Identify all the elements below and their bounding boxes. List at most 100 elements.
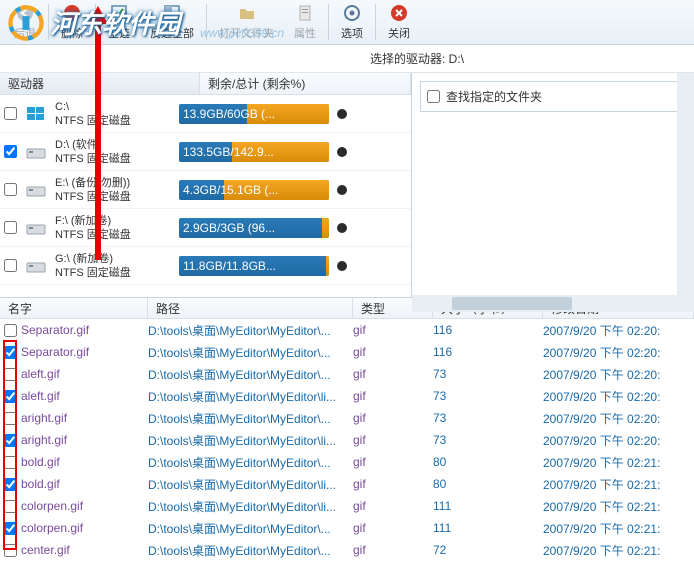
- file-modified: 2007/9/20 下午 02:21:: [543, 476, 694, 493]
- file-path: D:\tools\桌面\MyEditor\MyEditor\li...: [148, 388, 353, 405]
- file-path: D:\tools\桌面\MyEditor\MyEditor\...: [148, 542, 353, 559]
- files-col-path[interactable]: 路径: [148, 298, 353, 318]
- selected-drive-label: 选择的驱动器: D:\: [0, 45, 694, 73]
- status-dot-icon: [337, 223, 347, 233]
- file-path: D:\tools\桌面\MyEditor\MyEditor\...: [148, 322, 353, 339]
- properties-button[interactable]: 属性: [284, 1, 326, 43]
- drive-row[interactable]: C:\NTFS 固定磁盘 13.9GB/60GB (...: [0, 95, 411, 133]
- file-checkbox[interactable]: [4, 390, 17, 403]
- folder-open-icon: [237, 3, 257, 23]
- close-button[interactable]: 关闭: [378, 1, 420, 43]
- file-checkbox[interactable]: [4, 324, 17, 337]
- file-type: gif: [353, 411, 433, 425]
- drive-row[interactable]: D:\ (软件)NTFS 固定磁盘 133.5GB/142.9...: [0, 133, 411, 171]
- drive-checkbox[interactable]: [4, 145, 17, 158]
- drives-list: C:\NTFS 固定磁盘13.9GB/60GB (...D:\ (软件)NTFS…: [0, 95, 411, 285]
- drive-usage-bar: 133.5GB/142.9...: [179, 142, 329, 162]
- h-scrollbar[interactable]: [412, 295, 677, 312]
- close-icon: [389, 3, 409, 23]
- drive-checkbox[interactable]: [4, 259, 17, 272]
- file-row[interactable]: aright.gifD:\tools\桌面\MyEditor\MyEditor\…: [0, 429, 694, 451]
- file-name: bold.gif: [21, 455, 60, 469]
- drive-checkbox[interactable]: [4, 183, 17, 196]
- file-size: 80: [433, 455, 543, 469]
- status-dot-icon: [337, 109, 347, 119]
- files-list: Separator.gif D:\tools\桌面\MyEditor\MyEdit…: [0, 319, 694, 561]
- file-path: D:\tools\桌面\MyEditor\MyEditor\li...: [148, 476, 353, 493]
- file-row[interactable]: Separator.gif D:\tools\桌面\MyEditor\MyEdit…: [0, 341, 694, 363]
- file-modified: 2007/9/20 下午 02:20:: [543, 388, 694, 405]
- drive-icon: [23, 103, 49, 125]
- file-checkbox[interactable]: [4, 346, 17, 359]
- file-checkbox[interactable]: [4, 434, 17, 447]
- select-all-icon: [109, 3, 129, 23]
- file-checkbox[interactable]: [4, 478, 17, 491]
- find-folder-label: 查找指定的文件夹: [446, 88, 542, 105]
- drive-checkbox[interactable]: [4, 107, 17, 120]
- file-path: D:\tools\桌面\MyEditor\MyEditor\li...: [148, 498, 353, 515]
- drive-checkbox[interactable]: [4, 221, 17, 234]
- file-size: 116: [433, 323, 543, 337]
- drive-usage-bar: 2.9GB/3GB (96...: [179, 218, 329, 238]
- file-checkbox[interactable]: [4, 412, 17, 425]
- find-folder-checkbox[interactable]: [427, 90, 440, 103]
- drive-letter: F:\ (新加卷): [55, 214, 131, 228]
- drive-letter: C:\: [55, 100, 131, 114]
- file-size: 80: [433, 477, 543, 491]
- file-checkbox[interactable]: [4, 500, 17, 513]
- drive-row[interactable]: E:\ (备份(勿删))NTFS 固定磁盘4.3GB/15.1GB (...: [0, 171, 411, 209]
- file-row[interactable]: bold.gif D:\tools\桌面\MyEditor\MyEditor\..…: [0, 451, 694, 473]
- file-name: aleft.gif: [21, 367, 60, 381]
- file-row[interactable]: aleft.gif D:\tools\桌面\MyEditor\MyEditor\.…: [0, 363, 694, 385]
- drive-fs: NTFS 固定磁盘: [55, 152, 131, 166]
- file-type: gif: [353, 389, 433, 403]
- file-checkbox[interactable]: [4, 368, 17, 381]
- file-row[interactable]: aleft.gif D:\tools\桌面\MyEditor\MyEditor\l…: [0, 385, 694, 407]
- drives-col-drive[interactable]: 驱动器: [0, 73, 200, 94]
- drive-usage-bar: 11.8GB/11.8GB...: [179, 256, 329, 276]
- file-size: 116: [433, 345, 543, 359]
- file-modified: 2007/9/20 下午 02:20:: [543, 366, 694, 383]
- file-row[interactable]: colorpen.gifD:\tools\桌面\MyEditor\MyEdito…: [0, 495, 694, 517]
- file-row[interactable]: colorpen.gifD:\tools\桌面\MyEditor\MyEdito…: [0, 517, 694, 539]
- file-type: gif: [353, 521, 433, 535]
- file-size: 73: [433, 367, 543, 381]
- file-type: gif: [353, 345, 433, 359]
- file-checkbox[interactable]: [4, 522, 17, 535]
- select-all-button[interactable]: 全选: [98, 1, 140, 43]
- drive-usage-bar: 13.9GB/60GB (...: [179, 104, 329, 124]
- drive-letter: D:\ (软件): [55, 138, 131, 152]
- files-col-name[interactable]: 名字: [0, 298, 148, 318]
- open-folder-button[interactable]: 打开文件夹: [209, 1, 284, 43]
- file-row[interactable]: center.gifD:\tools\桌面\MyEditor\MyEditor\…: [0, 539, 694, 561]
- file-name: aleft.gif: [21, 389, 60, 403]
- file-row[interactable]: aright.gifD:\tools\桌面\MyEditor\MyEditor\…: [0, 407, 694, 429]
- file-row[interactable]: bold.gifD:\tools\桌面\MyEditor\MyEditor\li…: [0, 473, 694, 495]
- delete-button[interactable]: 删除: [51, 1, 93, 43]
- right-panel: 查找指定的文件夹: [412, 73, 694, 297]
- drive-fs: NTFS 固定磁盘: [55, 190, 131, 204]
- drive-fs: NTFS 固定磁盘: [55, 114, 131, 128]
- drive-row[interactable]: F:\ (新加卷)NTFS 固定磁盘2.9GB/3GB (96...: [0, 209, 411, 247]
- file-checkbox[interactable]: [4, 456, 17, 469]
- options-button[interactable]: 选项: [331, 1, 373, 43]
- drive-row[interactable]: G:\ (新加卷)NTFS 固定磁盘11.8GB/11.8GB...: [0, 247, 411, 285]
- find-folder-box: 查找指定的文件夹: [420, 81, 686, 112]
- file-path: D:\tools\桌面\MyEditor\MyEditor\...: [148, 366, 353, 383]
- invert-select-button[interactable]: 反选全部: [140, 1, 204, 43]
- properties-icon: [295, 3, 315, 23]
- file-modified: 2007/9/20 下午 02:21:: [543, 454, 694, 471]
- drives-col-free[interactable]: 剩余/总计 (剩余%): [200, 73, 411, 94]
- back-button[interactable]: 后退: [4, 1, 46, 43]
- file-path: D:\tools\桌面\MyEditor\MyEditor\...: [148, 454, 353, 471]
- file-size: 73: [433, 433, 543, 447]
- file-name: Separator.gif: [21, 345, 89, 359]
- v-scrollbar[interactable]: [677, 73, 694, 295]
- delete-icon: [62, 3, 82, 23]
- main-toolbar: 后退 删除 全选 反选全部 打开文件夹 属性 选项 关闭: [0, 0, 694, 45]
- status-dot-icon: [337, 147, 347, 157]
- file-modified: 2007/9/20 下午 02:20:: [543, 410, 694, 427]
- file-path: D:\tools\桌面\MyEditor\MyEditor\...: [148, 344, 353, 361]
- file-row[interactable]: Separator.gifD:\tools\桌面\MyEditor\MyEdit…: [0, 319, 694, 341]
- file-modified: 2007/9/20 下午 02:21:: [543, 542, 694, 559]
